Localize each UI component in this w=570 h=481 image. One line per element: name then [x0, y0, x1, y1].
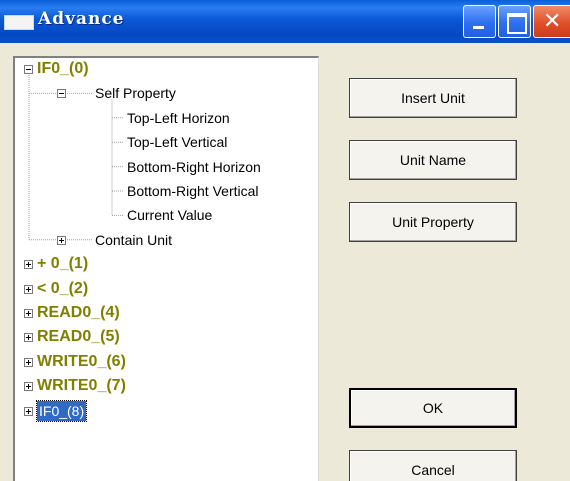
tree-node-label[interactable]: Current Value	[127, 205, 212, 225]
insert-unit-button[interactable]: Insert Unit	[349, 78, 517, 118]
tree-node-label[interactable]: Top-Left Vertical	[127, 132, 227, 152]
window-icon	[4, 15, 34, 30]
expand-icon[interactable]	[24, 357, 33, 367]
window-title: Advance	[38, 9, 125, 29]
expand-icon[interactable]	[24, 382, 33, 392]
collapse-icon[interactable]	[24, 65, 33, 74]
tree-node-label[interactable]: READ0_(4)	[37, 303, 120, 323]
tree-node-label[interactable]: WRITE0_(7)	[37, 376, 126, 396]
expand-icon[interactable]	[24, 309, 33, 318]
ok-button[interactable]: OK	[349, 388, 517, 428]
expand-icon[interactable]	[24, 333, 33, 343]
maximize-button[interactable]	[498, 5, 531, 38]
cancel-button[interactable]: Cancel	[349, 450, 517, 481]
tree-node-label[interactable]: WRITE0_(6)	[37, 352, 126, 372]
minimize-button[interactable]	[463, 5, 496, 38]
unit-property-button[interactable]: Unit Property	[349, 202, 517, 242]
tree-node-label[interactable]: Contain Unit	[95, 230, 172, 250]
tree-node-label[interactable]: Self Property	[95, 83, 176, 103]
unit-tree-view[interactable]: IF0_(0) Self Property Top-Left Horizon Top-…	[13, 56, 319, 481]
unit-name-button[interactable]: Unit Name	[349, 140, 517, 180]
title-bar[interactable]: Advance	[0, 0, 570, 43]
tree-node-label[interactable]: < 0_(2)	[37, 279, 88, 299]
expand-icon[interactable]	[57, 235, 66, 245]
tree-node-label[interactable]: Bottom-Right Vertical	[127, 181, 259, 201]
expand-icon[interactable]	[24, 284, 33, 294]
tree-node-label[interactable]: READ0_(5)	[37, 327, 120, 347]
tree-node-label[interactable]: + 0_(1)	[37, 254, 88, 274]
expand-icon[interactable]	[24, 406, 33, 416]
tree-node-label[interactable]: IF0_(8)	[35, 399, 88, 422]
close-button[interactable]	[533, 5, 570, 38]
collapse-icon[interactable]	[57, 89, 66, 99]
tree-node-label[interactable]: IF0_(0)	[37, 59, 89, 79]
tree-node-label[interactable]: Top-Left Horizon	[127, 108, 230, 128]
expand-icon[interactable]	[24, 260, 33, 270]
tree-node-label[interactable]: Bottom-Right Horizon	[127, 157, 261, 177]
